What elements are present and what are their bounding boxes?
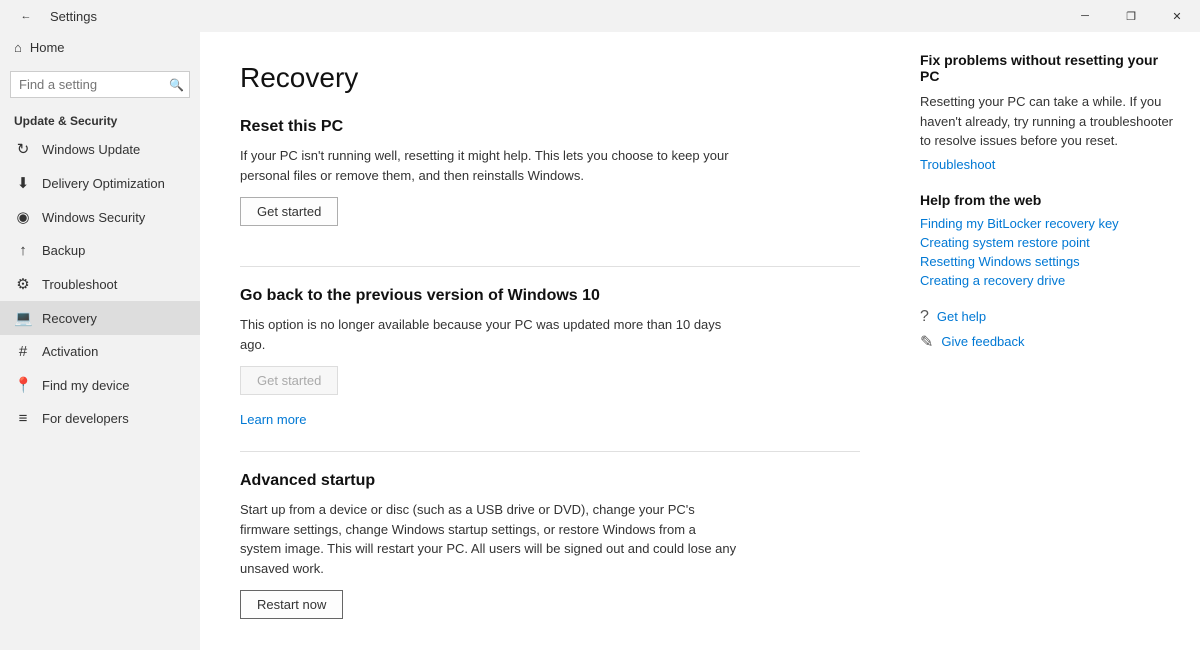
- go-back-title: Go back to the previous version of Windo…: [240, 287, 860, 305]
- reset-pc-section: Reset this PC If your PC isn't running w…: [240, 118, 860, 242]
- sidebar-item-label: Troubleshoot: [42, 277, 117, 292]
- sidebar-item-windows-security[interactable]: ◉ Windows Security: [0, 200, 200, 234]
- go-back-section: Go back to the previous version of Windo…: [240, 287, 860, 427]
- help-link-3[interactable]: Creating a recovery drive: [920, 273, 1180, 288]
- search-icon: 🔍: [169, 78, 184, 92]
- restart-now-button[interactable]: Restart now: [240, 590, 343, 619]
- fix-problems-title: Fix problems without resetting your PC: [920, 52, 1180, 84]
- troubleshoot-link[interactable]: Troubleshoot: [920, 157, 1180, 172]
- sidebar-item-label: Backup: [42, 243, 85, 258]
- sidebar-item-label: Windows Update: [42, 142, 140, 157]
- sidebar-item-label: Activation: [42, 344, 98, 359]
- back-button[interactable]: ←: [10, 0, 42, 32]
- help-from-web-title: Help from the web: [920, 192, 1180, 208]
- find-device-icon: 📍: [14, 376, 32, 394]
- titlebar-controls: ─ ❐ ✕: [1062, 0, 1200, 32]
- developers-icon: ≡: [14, 410, 32, 427]
- sidebar-item-label: Windows Security: [42, 210, 145, 225]
- restore-button[interactable]: ❐: [1108, 0, 1154, 32]
- titlebar-left: ← Settings: [10, 0, 97, 32]
- fix-problems-desc: Resetting your PC can take a while. If y…: [920, 92, 1180, 151]
- sidebar: ⌂ Home 🔍 Update & Security ↻ Windows Upd…: [0, 32, 200, 650]
- divider-1: [240, 266, 860, 267]
- titlebar-title: Settings: [50, 9, 97, 24]
- delivery-icon: ⬇: [14, 174, 32, 192]
- sidebar-item-find-my-device[interactable]: 📍 Find my device: [0, 368, 200, 402]
- help-link-0[interactable]: Finding my BitLocker recovery key: [920, 216, 1180, 231]
- sidebar-section-label: Update & Security: [0, 106, 200, 132]
- get-help-link[interactable]: Get help: [937, 309, 986, 324]
- advanced-startup-section: Advanced startup Start up from a device …: [240, 472, 860, 635]
- sidebar-item-home[interactable]: ⌂ Home: [0, 32, 200, 63]
- reset-pc-button[interactable]: Get started: [240, 197, 338, 226]
- fix-problems-section: Fix problems without resetting your PC R…: [920, 52, 1180, 172]
- reset-pc-title: Reset this PC: [240, 118, 860, 136]
- get-help-icon: ?: [920, 308, 929, 326]
- sidebar-item-recovery[interactable]: 💻 Recovery: [0, 301, 200, 335]
- minimize-button[interactable]: ─: [1062, 0, 1108, 32]
- titlebar: ← Settings ─ ❐ ✕: [0, 0, 1200, 32]
- help-feedback-section: ? Get help ✎ Give feedback: [920, 308, 1180, 352]
- go-back-desc: This option is no longer available becau…: [240, 315, 740, 354]
- sidebar-item-label: Recovery: [42, 311, 97, 326]
- troubleshoot-icon: ⚙: [14, 275, 32, 293]
- get-help-item: ? Get help: [920, 308, 1180, 326]
- search-input[interactable]: [10, 71, 190, 98]
- sidebar-item-troubleshoot[interactable]: ⚙ Troubleshoot: [0, 267, 200, 301]
- app-body: ⌂ Home 🔍 Update & Security ↻ Windows Upd…: [0, 32, 1200, 650]
- security-icon: ◉: [14, 208, 32, 226]
- give-feedback-link[interactable]: Give feedback: [941, 334, 1024, 349]
- right-panel: Fix problems without resetting your PC R…: [900, 32, 1200, 650]
- help-link-1[interactable]: Creating system restore point: [920, 235, 1180, 250]
- sidebar-home-label: Home: [30, 40, 65, 55]
- activation-icon: #: [14, 343, 32, 360]
- recovery-icon: 💻: [14, 309, 32, 327]
- give-feedback-icon: ✎: [920, 332, 933, 352]
- advanced-startup-desc: Start up from a device or disc (such as …: [240, 500, 740, 578]
- go-back-button[interactable]: Get started: [240, 366, 338, 395]
- windows-update-icon: ↻: [14, 140, 32, 158]
- page-title: Recovery: [240, 62, 860, 94]
- reset-pc-desc: If your PC isn't running well, resetting…: [240, 146, 740, 185]
- help-from-web-section: Help from the web Finding my BitLocker r…: [920, 192, 1180, 288]
- sidebar-item-delivery-optimization[interactable]: ⬇ Delivery Optimization: [0, 166, 200, 200]
- sidebar-item-backup[interactable]: ↑ Backup: [0, 234, 200, 267]
- help-link-2[interactable]: Resetting Windows settings: [920, 254, 1180, 269]
- sidebar-item-for-developers[interactable]: ≡ For developers: [0, 402, 200, 435]
- sidebar-item-windows-update[interactable]: ↻ Windows Update: [0, 132, 200, 166]
- learn-more-link[interactable]: Learn more: [240, 412, 306, 427]
- backup-icon: ↑: [14, 242, 32, 259]
- sidebar-item-label: Delivery Optimization: [42, 176, 165, 191]
- sidebar-item-label: Find my device: [42, 378, 129, 393]
- advanced-startup-title: Advanced startup: [240, 472, 860, 490]
- close-button[interactable]: ✕: [1154, 0, 1200, 32]
- give-feedback-item: ✎ Give feedback: [920, 332, 1180, 352]
- sidebar-item-activation[interactable]: # Activation: [0, 335, 200, 368]
- divider-2: [240, 451, 860, 452]
- sidebar-search: 🔍: [10, 71, 190, 98]
- home-icon: ⌂: [14, 40, 22, 55]
- sidebar-item-label: For developers: [42, 411, 129, 426]
- main-content: Recovery Reset this PC If your PC isn't …: [200, 32, 900, 650]
